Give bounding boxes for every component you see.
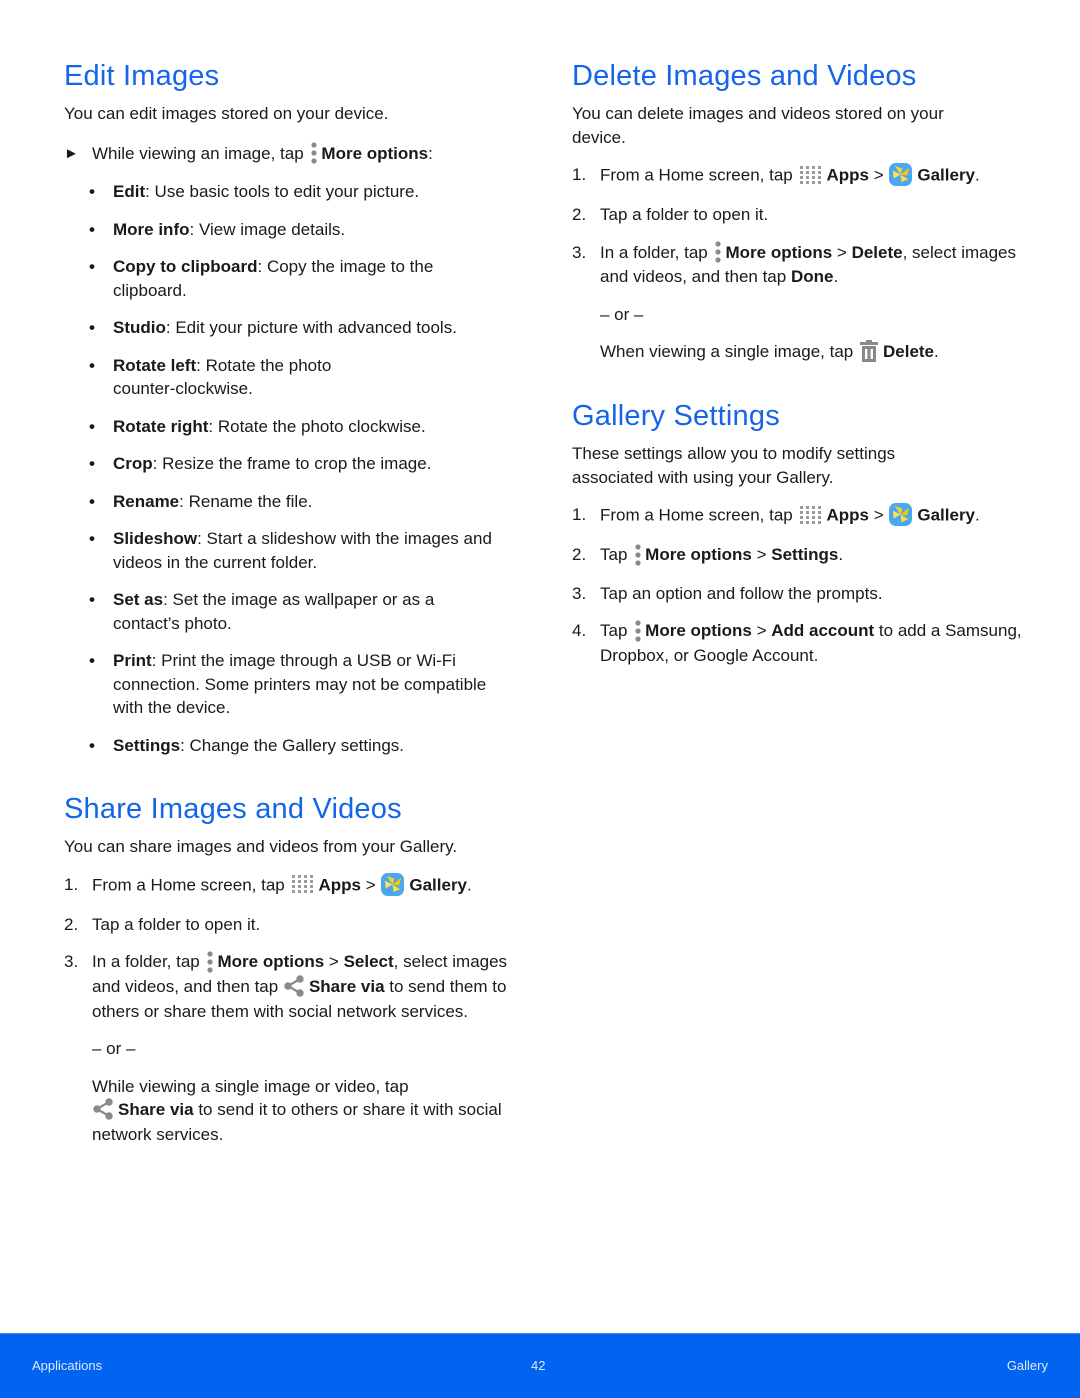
edit-options-list: • Edit: Use basic tools to edit your pict… (64, 180, 524, 757)
step-item: 1. From a Home screen, tap Apps > Gallery… (572, 503, 980, 526)
step-item: 2. Tap More options > Settings. (572, 543, 844, 566)
step-item: 3. Tap an option and follow the prompts. (572, 583, 883, 603)
apps-icon (800, 505, 822, 524)
delete-intro: You can delete images and videos stored … (572, 104, 944, 147)
list-item: • Rotate left: Rotate the photo counter-c… (89, 355, 332, 399)
list-item: • More info: View image details. (89, 219, 346, 239)
more-options-icon (207, 950, 214, 973)
more-options-icon (635, 543, 641, 566)
step-item: 2. Tap a folder to open it. (64, 914, 261, 934)
list-item: • Print: Print the image through a USB or… (89, 651, 487, 718)
page-footer: Applications 42 Gallery (0, 1333, 1080, 1398)
share-icon (93, 1098, 113, 1120)
step-item: 3. In a folder, tap More options > Delete… (572, 241, 1016, 287)
step-item: 1. From a Home screen, tap Apps > Gallery… (64, 872, 472, 896)
more-options-icon (635, 619, 641, 642)
delete-section: Delete Images and Videos You can delete … (572, 58, 1032, 365)
delete-heading: Delete Images and Videos (572, 60, 917, 92)
list-item: • Set as: Set the image as wallpaper or a… (89, 590, 435, 633)
list-item: • Edit: Use basic tools to edit your pict… (89, 182, 420, 202)
or-divider: – or – (600, 304, 644, 324)
edit-instruction: ► While viewing an image, tap More optio… (64, 142, 524, 167)
share-alt-instruction: While viewing a single image or video, t… (92, 1076, 502, 1145)
share-steps: 1. From a Home screen, tap Apps > Gallery… (64, 872, 524, 1024)
list-item: • Crop: Resize the frame to crop the imag… (89, 454, 432, 474)
gallery-settings-section: Gallery Settings These settings allow yo… (572, 398, 1032, 667)
settings-intro: These settings allow you to modify setti… (572, 444, 896, 487)
trash-icon (859, 340, 878, 363)
more-options-icon (715, 241, 722, 263)
or-divider: – or – (92, 1039, 136, 1059)
list-item: • Settings: Change the Gallery settings. (89, 735, 405, 755)
list-item: • Copy to clipboard: Copy the image to th… (89, 257, 434, 300)
edit-images-heading: Edit Images (64, 60, 220, 92)
share-intro: You can share images and videos from you… (64, 837, 458, 856)
gallery-icon (889, 503, 913, 526)
step-item: 2. Tap a folder to open it. (572, 205, 769, 224)
step-item: 1. From a Home screen, tap Apps > Gallery… (572, 163, 980, 186)
step-item: 4. Tap More options > Add account to add … (572, 619, 1022, 665)
settings-heading: Gallery Settings (572, 400, 780, 432)
play-arrow-icon: ► (64, 144, 79, 162)
apps-icon (800, 165, 822, 184)
footer-section: Gallery (1006, 1358, 1048, 1373)
footer-chapter: Applications (32, 1358, 103, 1373)
apps-icon (292, 875, 314, 893)
page-number: 42 (531, 1358, 546, 1373)
edit-images-section: Edit Images You can edit images stored o… (64, 58, 524, 757)
more-options-icon (311, 142, 318, 164)
delete-steps: 1. From a Home screen, tap Apps > Gallery… (572, 163, 1032, 289)
gallery-icon (381, 872, 405, 896)
delete-alt-instruction: When viewing a single image, tap Delete. (600, 340, 939, 363)
share-section: Share Images and Videos You can share im… (64, 791, 524, 1147)
step-item: 3. In a folder, tap More options > Select… (64, 950, 508, 1021)
list-item: • Studio: Edit your picture with advanced… (89, 318, 457, 338)
share-icon (284, 974, 304, 997)
gallery-icon (889, 163, 913, 186)
edit-intro: You can edit images stored on your devic… (64, 104, 389, 123)
settings-steps: 1. From a Home screen, tap Apps > Gallery… (572, 503, 1032, 667)
list-item: • Rotate right: Rotate the photo clockwis… (89, 416, 426, 436)
list-item: • Rename: Rename the file. (89, 491, 313, 511)
share-heading: Share Images and Videos (64, 793, 402, 825)
list-item: • Slideshow: Start a slideshow with the i… (89, 529, 492, 572)
